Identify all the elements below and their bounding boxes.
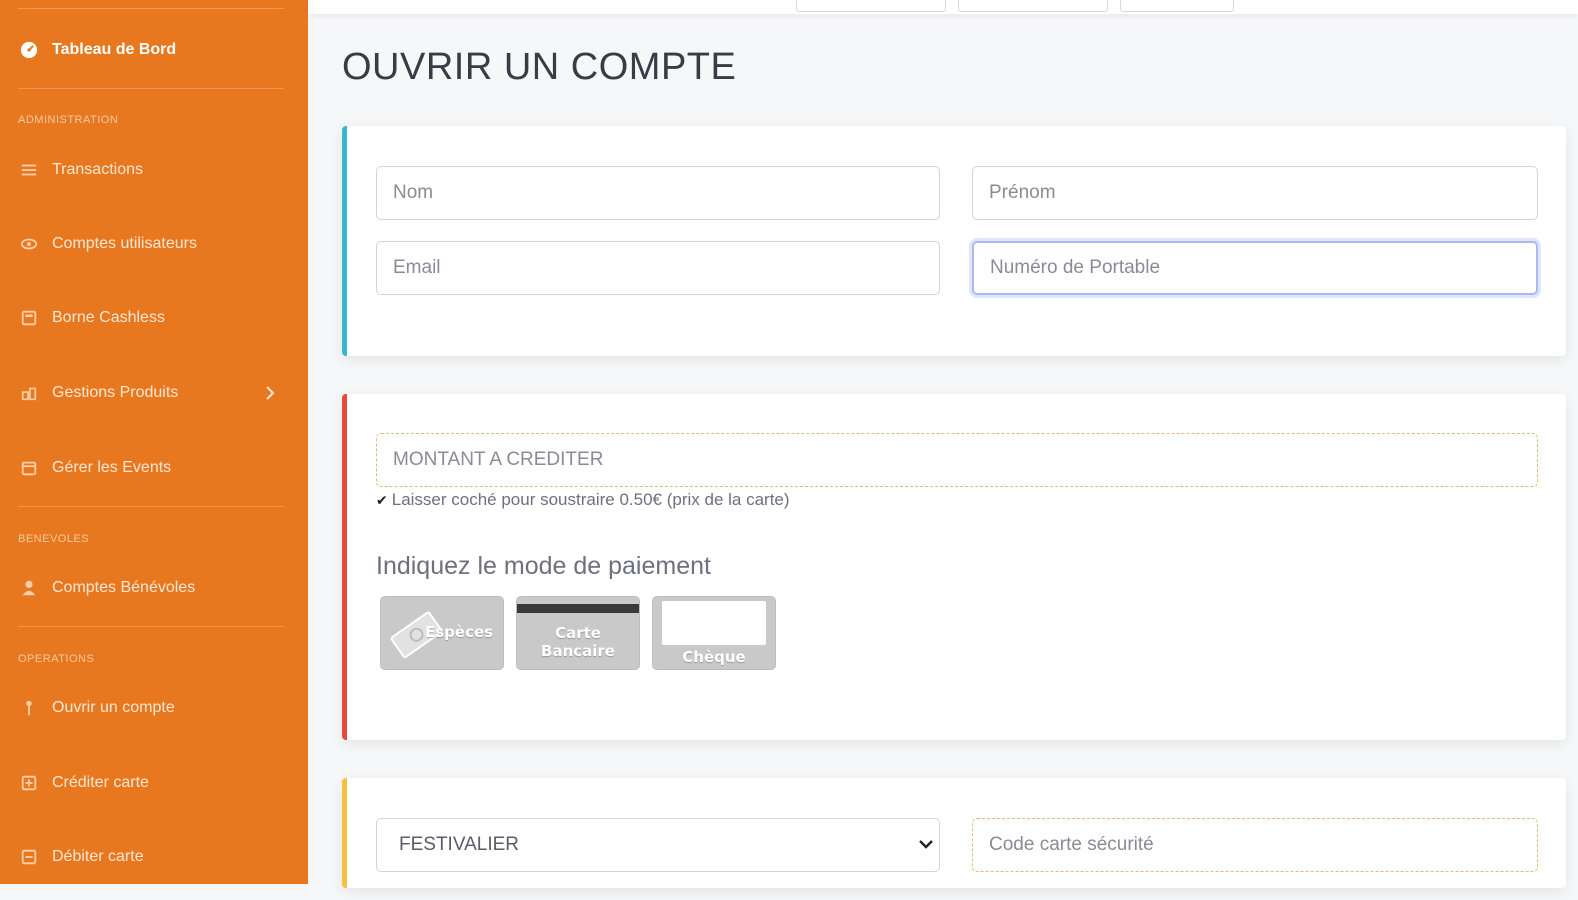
profile-select[interactable]: FESTIVALIER bbox=[376, 818, 940, 872]
prenom-input[interactable] bbox=[972, 166, 1538, 220]
sidebar-item-label: Créditer carte bbox=[52, 774, 149, 791]
boxes-icon bbox=[18, 382, 40, 404]
sidebar-item-label: Transactions bbox=[52, 161, 143, 178]
minus-square-icon bbox=[18, 846, 40, 868]
sidebar-item-label: Tableau de Bord bbox=[52, 41, 177, 58]
sidebar-item-label: Comptes utilisateurs bbox=[52, 235, 197, 252]
card-stripe-icon bbox=[517, 604, 639, 613]
sidebar-heading-operations: OPERATIONS bbox=[18, 653, 95, 665]
payment-heading: Indiquez le mode de paiement bbox=[376, 552, 711, 580]
sidebar-item-comptes-benevoles[interactable]: Comptes Bénévoles bbox=[0, 568, 308, 608]
plus-square-icon bbox=[18, 772, 40, 794]
email-input[interactable] bbox=[376, 241, 940, 295]
nom-input[interactable] bbox=[376, 166, 940, 220]
page-title: OUVRIR UN COMPTE bbox=[342, 46, 737, 88]
payment-carte-button[interactable]: Carte Bancaire bbox=[516, 596, 640, 670]
sidebar-item-label: Débiter carte bbox=[52, 848, 144, 865]
topbar bbox=[308, 0, 1578, 14]
list-icon bbox=[18, 159, 40, 181]
sidebar-divider bbox=[18, 88, 284, 89]
sidebar-divider bbox=[18, 506, 284, 507]
topbar-tab[interactable] bbox=[1120, 0, 1234, 12]
sidebar-item-ouvrir-compte[interactable]: Ouvrir un compte bbox=[0, 688, 308, 728]
sidebar-item-label: Ouvrir un compte bbox=[52, 699, 175, 716]
sidebar-item-label: Comptes Bénévoles bbox=[52, 579, 196, 596]
sidebar-divider bbox=[18, 626, 284, 627]
sidebar-item-gestions-produits[interactable]: Gestions Produits bbox=[0, 373, 308, 413]
payment-cheque-label: Chèque bbox=[682, 648, 746, 666]
eye-icon bbox=[18, 233, 40, 255]
sidebar: Tableau de Bord ADMINISTRATION Transacti… bbox=[0, 0, 308, 884]
terminal-icon bbox=[18, 307, 40, 329]
chevron-right-icon bbox=[266, 386, 275, 400]
payment-especes-button[interactable]: Espèces bbox=[380, 596, 504, 670]
user-icon bbox=[18, 577, 40, 599]
security-code-input[interactable] bbox=[972, 818, 1538, 872]
sidebar-heading-benevoles: BENEVOLES bbox=[18, 533, 90, 545]
cheque-icon bbox=[662, 601, 766, 645]
card-fee-label: Laisser coché pour soustraire 0.50€ (pri… bbox=[391, 490, 790, 509]
pin-icon bbox=[18, 697, 40, 719]
montant-input[interactable] bbox=[376, 433, 1538, 487]
card-fee-checkbox[interactable]: ✔ Laisser coché pour soustraire 0.50€ (p… bbox=[376, 490, 790, 510]
sidebar-item-borne-cashless[interactable]: Borne Cashless bbox=[0, 298, 308, 338]
sidebar-item-transactions[interactable]: Transactions bbox=[0, 150, 308, 190]
sidebar-item-label: Borne Cashless bbox=[52, 309, 165, 326]
sidebar-item-dashboard[interactable]: Tableau de Bord bbox=[0, 30, 308, 70]
sidebar-divider bbox=[18, 8, 284, 9]
portable-input[interactable] bbox=[972, 241, 1538, 295]
payment-especes-label: Espèces bbox=[425, 623, 494, 641]
dashboard-gauge-icon bbox=[18, 39, 40, 61]
profile-select-value: FESTIVALIER bbox=[399, 834, 520, 855]
sidebar-heading-administration: ADMINISTRATION bbox=[18, 114, 119, 126]
payment-carte-label: Carte Bancaire bbox=[541, 624, 615, 660]
checkmark-icon: ✔ bbox=[376, 491, 388, 508]
sidebar-item-debiter-carte[interactable]: Débiter carte bbox=[0, 837, 308, 877]
sidebar-item-comptes-utilisateurs[interactable]: Comptes utilisateurs bbox=[0, 224, 308, 264]
calendar-icon bbox=[18, 457, 40, 479]
sidebar-item-label: Gestions Produits bbox=[52, 384, 179, 401]
topbar-tab[interactable] bbox=[796, 0, 946, 12]
sidebar-item-gerer-events[interactable]: Gérer les Events bbox=[0, 448, 308, 488]
sidebar-item-label: Gérer les Events bbox=[52, 459, 172, 476]
topbar-tab[interactable] bbox=[958, 0, 1108, 12]
payment-cheque-button[interactable]: Chèque bbox=[652, 596, 776, 670]
sidebar-item-crediter-carte[interactable]: Créditer carte bbox=[0, 763, 308, 803]
